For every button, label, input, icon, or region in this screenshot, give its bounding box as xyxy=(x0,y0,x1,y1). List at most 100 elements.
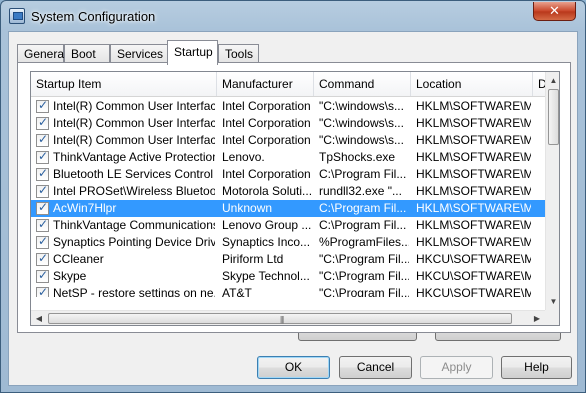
cell-manufacturer: Intel Corporation xyxy=(222,133,311,147)
checkmark-icon: ✓ xyxy=(38,217,49,231)
horizontal-scroll-thumb[interactable]: ||| xyxy=(48,313,512,324)
cell-startup-item: Intel(R) Common User Interface xyxy=(53,116,215,130)
cell-startup-item: Intel PROSet\Wireless Bluetooth xyxy=(53,184,215,198)
table-row[interactable]: ✓ AcWin7Hlpr Unknown C:\Program Fil... HKLM\… xyxy=(31,200,546,217)
tab-general[interactable]: General xyxy=(17,44,67,64)
cell-manufacturer: Motorola Soluti... xyxy=(222,184,312,198)
column-header-manufacturer[interactable]: Manufacturer xyxy=(217,72,314,96)
startup-item-checkbox[interactable]: ✓ xyxy=(36,149,49,164)
tab-services[interactable]: Services xyxy=(110,44,168,64)
cell-startup-item: NetSP - restore settings on ne... xyxy=(53,286,215,297)
cell-location: HKLM\SOFTWARE\M... xyxy=(416,133,531,147)
cell-location: HKLM\SOFTWARE\M... xyxy=(416,99,531,113)
startup-item-checkbox[interactable]: ✓ xyxy=(36,115,49,130)
cell-manufacturer: Intel Corporation xyxy=(222,167,311,181)
table-row[interactable]: ✓ Skype Skype Technol... "C:\Program Fil...… xyxy=(31,268,546,285)
checkmark-icon: ✓ xyxy=(38,183,49,197)
apply-button: Apply xyxy=(420,356,493,379)
cell-startup-item: Intel(R) Common User Interface xyxy=(53,99,215,113)
table-row[interactable]: ✓ CCleaner Piriform Ltd "C:\Program Fil... H… xyxy=(31,251,546,268)
checkmark-icon: ✓ xyxy=(38,268,49,282)
tab-startup[interactable]: Startup xyxy=(167,40,218,65)
scrollbar-corner xyxy=(545,310,559,325)
table-row[interactable]: ✓ Bluetooth LE Services Control P... Intel… xyxy=(31,166,546,183)
startup-tab-panel: Startup Item Manufacturer Command Locati… xyxy=(17,62,571,333)
startup-item-checkbox[interactable]: ✓ xyxy=(36,132,49,147)
cell-startup-item: ThinkVantage Communications ... xyxy=(53,218,215,232)
cell-command: C:\Program Fil... xyxy=(319,218,407,232)
cell-command: "C:\windows\s... xyxy=(319,133,404,147)
list-rows: ✓ Intel(R) Common User Interface Intel Cor… xyxy=(31,98,546,297)
close-icon: ✕ xyxy=(549,3,560,18)
startup-item-checkbox[interactable]: ✓ xyxy=(36,285,49,297)
cell-location: HKCU\SOFTWARE\M... xyxy=(416,252,531,266)
cell-manufacturer: Intel Corporation xyxy=(222,116,311,130)
cell-manufacturer: Synaptics Inco... xyxy=(222,235,311,249)
cell-command: %ProgramFiles... xyxy=(319,235,409,249)
cell-location: HKLM\SOFTWARE\M... xyxy=(416,150,531,164)
close-button[interactable]: ✕ xyxy=(533,2,576,21)
tab-boot[interactable]: Boot xyxy=(64,44,110,64)
startup-items-list[interactable]: Startup Item Manufacturer Command Locati… xyxy=(30,71,560,326)
table-row[interactable]: ✓ NetSP - restore settings on ne... AT&T "C… xyxy=(31,285,546,297)
cell-startup-item: Bluetooth LE Services Control P... xyxy=(53,167,215,181)
table-row[interactable]: ✓ Intel PROSet\Wireless Bluetooth Motorola… xyxy=(31,183,546,200)
table-row[interactable]: ✓ Intel(R) Common User Interface Intel Cor… xyxy=(31,132,546,149)
ok-button[interactable]: OK xyxy=(257,356,330,379)
startup-item-checkbox[interactable]: ✓ xyxy=(36,166,49,181)
cell-manufacturer: Piriform Ltd xyxy=(222,252,284,266)
startup-item-checkbox[interactable]: ✓ xyxy=(36,217,49,232)
startup-item-checkbox[interactable]: ✓ xyxy=(36,200,49,215)
vertical-scroll-thumb[interactable] xyxy=(548,89,559,145)
checkmark-icon: ✓ xyxy=(38,234,49,248)
table-row[interactable]: ✓ Intel(R) Common User Interface Intel Cor… xyxy=(31,98,546,115)
horizontal-scrollbar[interactable]: ◀ ||| ▶ xyxy=(31,310,545,325)
table-row[interactable]: ✓ Intel(R) Common User Interface Intel Cor… xyxy=(31,115,546,132)
column-header-command[interactable]: Command xyxy=(314,72,411,96)
column-header-startup-item[interactable]: Startup Item xyxy=(31,72,217,96)
checkmark-icon: ✓ xyxy=(38,285,49,297)
checkmark-icon: ✓ xyxy=(38,200,49,214)
table-row[interactable]: ✓ ThinkVantage Communications ... Lenovo G… xyxy=(31,217,546,234)
scroll-left-arrow-icon[interactable]: ◀ xyxy=(31,311,47,325)
cell-manufacturer: Intel Corporation xyxy=(222,99,311,113)
title-bar[interactable]: System Configuration ✕ xyxy=(1,1,585,31)
msconfig-icon xyxy=(9,8,25,24)
cell-command: "C:\windows\s... xyxy=(319,116,404,130)
cell-location: HKLM\SOFTWARE\M... xyxy=(416,116,531,130)
scroll-up-arrow-icon[interactable]: ▲ xyxy=(546,72,559,89)
cell-command: C:\Program Fil... xyxy=(319,201,407,215)
cell-location: HKLM\SOFTWARE\M... xyxy=(416,184,531,198)
cancel-button[interactable]: Cancel xyxy=(339,356,412,379)
tab-tools[interactable]: Tools xyxy=(218,44,259,64)
list-header: Startup Item Manufacturer Command Locati… xyxy=(31,72,546,97)
system-configuration-window: System Configuration ✕ General Boot Serv… xyxy=(0,0,586,393)
startup-item-checkbox[interactable]: ✓ xyxy=(36,268,49,283)
scroll-down-arrow-icon[interactable]: ▼ xyxy=(546,293,559,310)
window-title: System Configuration xyxy=(31,9,156,24)
cell-startup-item: Intel(R) Common User Interface xyxy=(53,133,215,147)
table-row[interactable]: ✓ Synaptics Pointing Device Driver Synapti… xyxy=(31,234,546,251)
vertical-scrollbar[interactable]: ▲ ▼ xyxy=(545,72,559,310)
checkmark-icon: ✓ xyxy=(38,98,49,112)
cell-manufacturer: Lenovo. xyxy=(222,150,265,164)
startup-item-checkbox[interactable]: ✓ xyxy=(36,251,49,266)
scroll-right-arrow-icon[interactable]: ▶ xyxy=(529,311,545,325)
cell-manufacturer: Skype Technol... xyxy=(222,269,310,283)
cell-location: HKLM\SOFTWARE\M... xyxy=(416,218,531,232)
column-header-location[interactable]: Location xyxy=(411,72,533,96)
cell-startup-item: Synaptics Pointing Device Driver xyxy=(53,235,215,249)
table-row[interactable]: ✓ ThinkVantage Active Protection... Lenovo… xyxy=(31,149,546,166)
cell-startup-item: ThinkVantage Active Protection... xyxy=(53,150,215,164)
cell-command: "C:\Program Fil... xyxy=(319,252,409,266)
startup-item-checkbox[interactable]: ✓ xyxy=(36,234,49,249)
cell-manufacturer: Lenovo Group ... xyxy=(222,218,312,232)
checkmark-icon: ✓ xyxy=(38,166,49,180)
help-button[interactable]: Help xyxy=(501,356,572,379)
cell-location: HKLM\SOFTWARE\M... xyxy=(416,167,531,181)
checkmark-icon: ✓ xyxy=(38,149,49,163)
startup-item-checkbox[interactable]: ✓ xyxy=(36,98,49,113)
cell-command: "C:\Program Fil... xyxy=(319,269,409,283)
cell-location: HKLM\SOFTWARE\M... xyxy=(416,235,531,249)
startup-item-checkbox[interactable]: ✓ xyxy=(36,183,49,198)
